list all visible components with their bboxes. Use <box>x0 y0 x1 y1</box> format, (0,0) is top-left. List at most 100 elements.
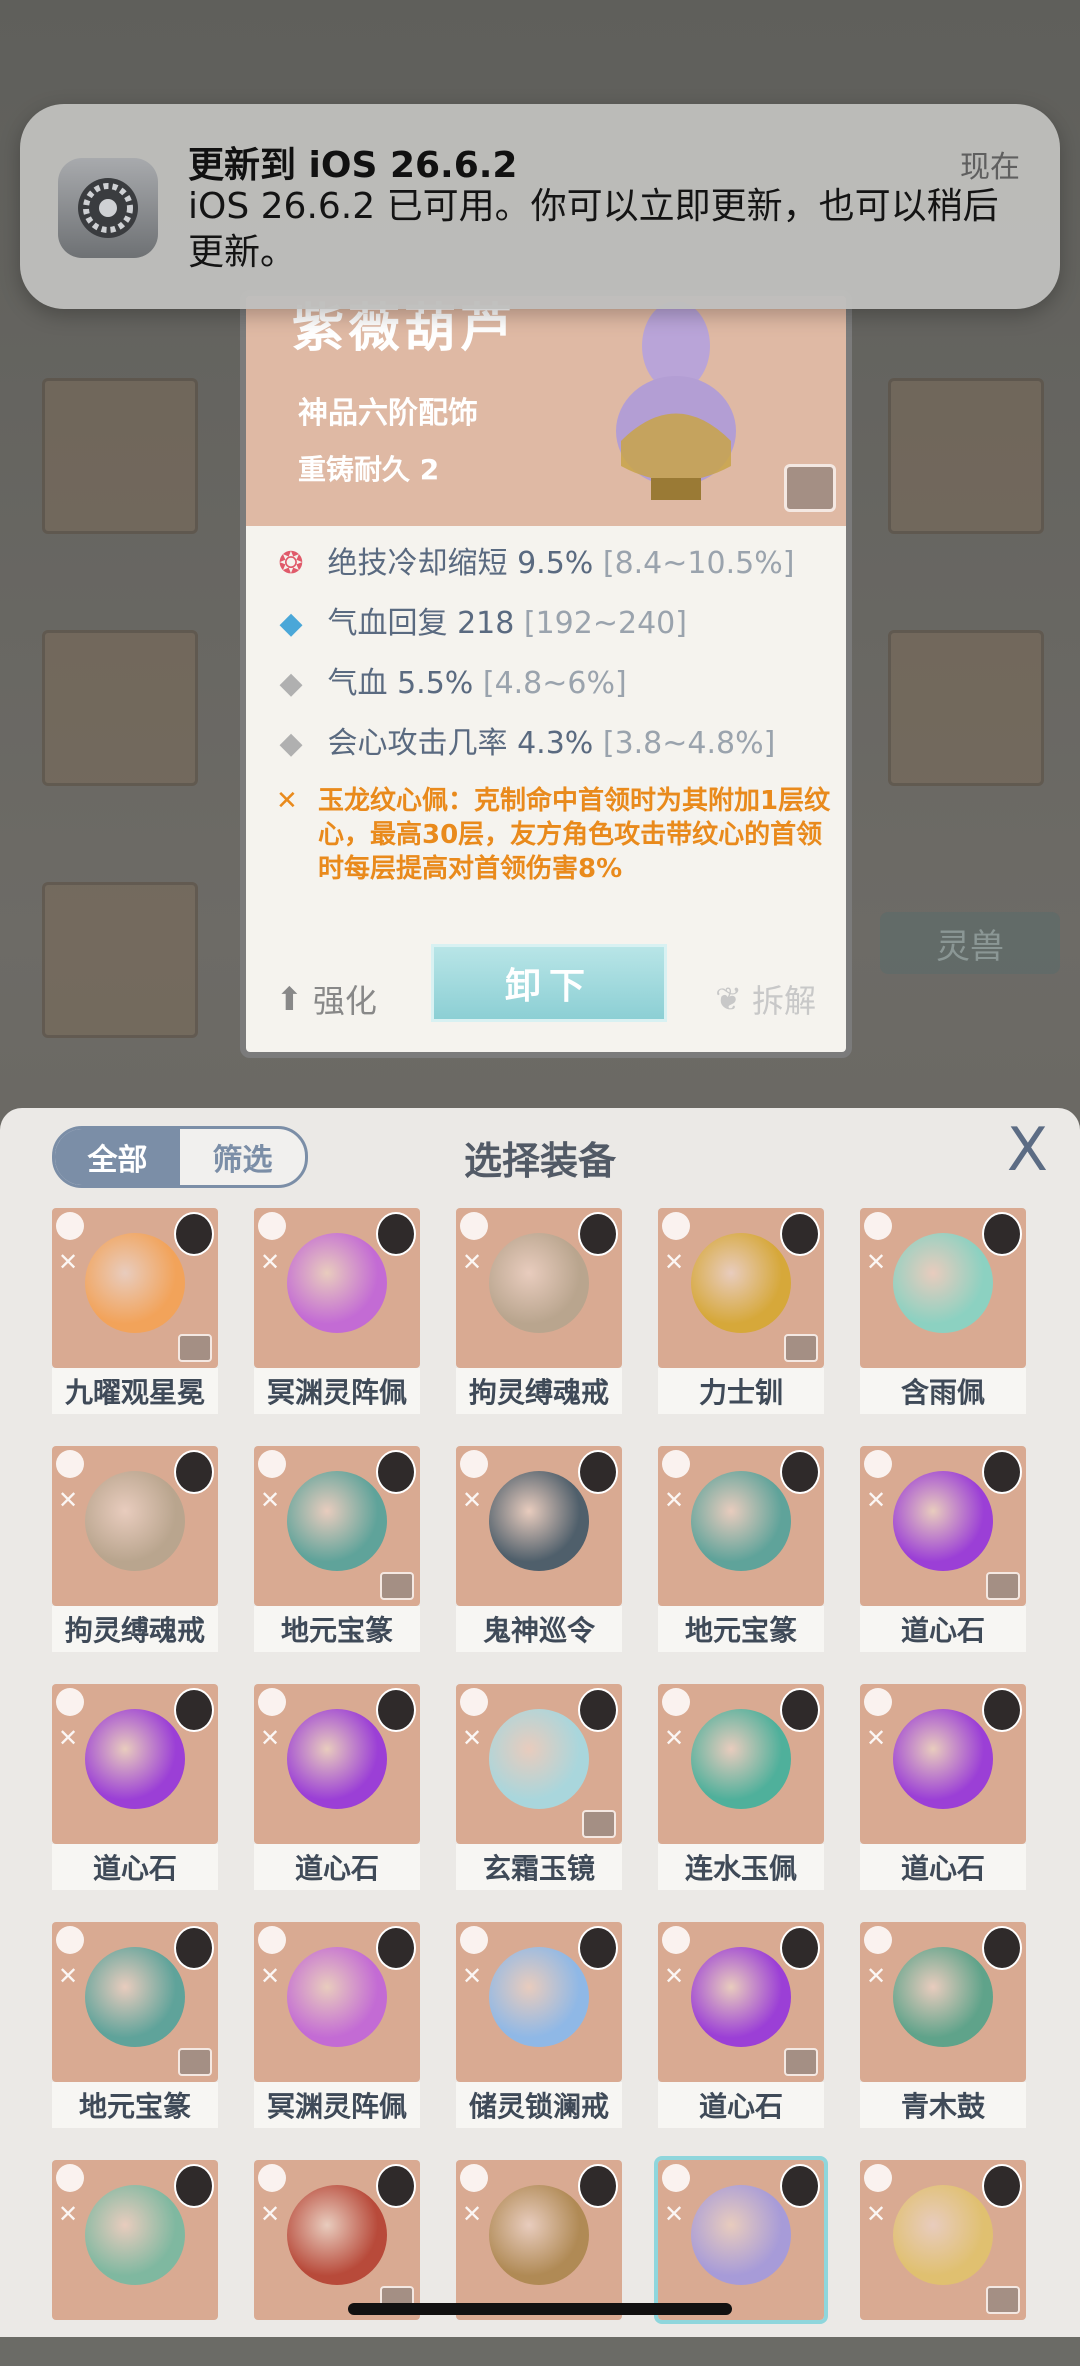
equipment-item[interactable]: ✕ 储灵锁澜戒 <box>456 1922 622 2128</box>
rank-icon <box>258 1926 286 1954</box>
item-image <box>691 1471 791 1571</box>
equipment-name: 青木鼓 <box>860 2082 1026 2128</box>
item-image <box>489 2185 589 2285</box>
effect-icon: ✕ <box>866 1248 887 1276</box>
equipment-art: ✕ <box>52 1208 218 1368</box>
rank-icon <box>864 1688 892 1716</box>
item-image <box>489 1471 589 1571</box>
equipment-art: ✕ <box>254 1922 420 2082</box>
item-image <box>489 1947 589 2047</box>
equipment-item[interactable]: ✕ 连水玉佩 <box>658 1684 824 1890</box>
item-image <box>287 1947 387 2047</box>
equipment-name: 储灵锁澜戒 <box>456 2082 622 2128</box>
equipment-item[interactable]: ✕ <box>654 2156 828 2366</box>
character-avatar <box>174 1688 214 1732</box>
equipment-slot <box>888 630 1044 786</box>
equipment-name: 道心石 <box>658 2082 824 2128</box>
character-avatar <box>376 1688 416 1732</box>
equipment-item[interactable]: ✕ 鬼神巡令 <box>456 1446 622 1652</box>
set-effect: ✕ 玉龙纹心佩：克制命中首领时为其附加1层纹心，最高30层，友方角色攻击带纹心的… <box>276 784 836 886</box>
equipment-name: 连水玉佩 <box>658 1844 824 1890</box>
equipment-item[interactable]: ✕ 道心石 <box>658 1922 824 2128</box>
character-avatar <box>578 1926 618 1970</box>
equipment-item[interactable]: ✕ 道心石 <box>860 1446 1026 1652</box>
item-image <box>85 1233 185 1333</box>
equipment-item[interactable]: ✕ 含雨佩 <box>860 1208 1026 1414</box>
character-avatar <box>578 1450 618 1494</box>
enhance-button[interactable]: ⬆ 强化 <box>276 976 377 1022</box>
effect-icon: ✕ <box>462 1724 483 1752</box>
equipment-art: ✕ <box>456 1922 622 2082</box>
close-icon[interactable]: X <box>1007 1120 1048 1180</box>
spirit-beast-tab: 灵兽 <box>880 912 1060 974</box>
item-image <box>691 1947 791 2047</box>
equipment-name: 道心石 <box>860 1606 1026 1652</box>
equipment-item[interactable]: ✕ <box>254 2160 420 2366</box>
character-avatar <box>982 1688 1022 1732</box>
item-image <box>287 2185 387 2285</box>
equipment-art: ✕ <box>254 2160 420 2320</box>
equipment-item[interactable]: ✕ 力士钏 <box>658 1208 824 1414</box>
rank-icon <box>662 2164 690 2192</box>
character-avatar <box>780 2164 820 2208</box>
equipment-item[interactable]: ✕ <box>456 2160 622 2366</box>
equipment-item[interactable]: ✕ 拘灵缚魂戒 <box>456 1208 622 1414</box>
rank-icon <box>460 2164 488 2192</box>
equipment-item[interactable]: ✕ 玄霜玉镜 <box>456 1684 622 1890</box>
effect-icon: ✕ <box>664 2200 685 2228</box>
equipment-slot <box>42 630 198 786</box>
equipment-art: ✕ <box>860 1922 1026 2082</box>
equipment-name: 含雨佩 <box>860 1368 1026 1414</box>
update-notification[interactable]: 更新到 iOS 26.6.2 现在 iOS 26.6.2 已可用。你可以立即更新… <box>20 104 1060 309</box>
effect-icon: ✕ <box>260 1248 281 1276</box>
equipment-art: ✕ <box>254 1446 420 1606</box>
character-avatar <box>982 1450 1022 1494</box>
equipment-item[interactable]: ✕ 九曜观星冕 <box>52 1208 218 1414</box>
equipment-name: 地元宝篆 <box>52 2082 218 2128</box>
equipment-name: 道心石 <box>52 1844 218 1890</box>
rank-icon <box>258 1212 286 1240</box>
rank-icon <box>864 1926 892 1954</box>
rank-icon <box>864 1212 892 1240</box>
equipment-name: 力士钏 <box>658 1368 824 1414</box>
equipment-item[interactable]: ✕ <box>52 2160 218 2366</box>
equipment-item[interactable]: ✕ 拘灵缚魂戒 <box>52 1446 218 1652</box>
effect-icon: ✕ <box>664 1486 685 1514</box>
equipment-item[interactable]: ✕ 道心石 <box>52 1684 218 1890</box>
effect-icon: ✕ <box>260 1486 281 1514</box>
rank-icon <box>662 1926 690 1954</box>
equipment-art: ✕ <box>456 1446 622 1606</box>
equipment-item[interactable]: ✕ 道心石 <box>254 1684 420 1890</box>
character-avatar <box>578 2164 618 2208</box>
equipment-item[interactable]: ✕ 道心石 <box>860 1684 1026 1890</box>
equipment-item[interactable]: ✕ 冥渊灵阵佩 <box>254 1922 420 2128</box>
equipment-name: 鬼神巡令 <box>456 1606 622 1652</box>
rank-icon <box>56 2164 84 2192</box>
rank-icon <box>460 1688 488 1716</box>
equipment-item[interactable]: ✕ 地元宝篆 <box>658 1446 824 1652</box>
gourd-item-image <box>616 301 736 500</box>
dismantle-button[interactable]: ❦ 拆解 <box>715 976 816 1022</box>
home-indicator[interactable] <box>348 2303 732 2315</box>
equipment-item[interactable]: ✕ <box>860 2160 1026 2366</box>
character-avatar <box>780 1212 820 1256</box>
unload-button[interactable]: 卸下 <box>431 944 667 1022</box>
item-image <box>489 1709 589 1809</box>
character-avatar <box>578 1688 618 1732</box>
equipment-item[interactable]: ✕ 地元宝篆 <box>254 1446 420 1652</box>
effect-icon: ✕ <box>664 1724 685 1752</box>
effect-icon: ✕ <box>462 1962 483 1990</box>
equipment-name: 玄霜玉镜 <box>456 1844 622 1890</box>
rank-icon <box>460 1926 488 1954</box>
lock-icon <box>784 2048 818 2076</box>
item-image <box>691 1233 791 1333</box>
equipment-item[interactable]: ✕ 青木鼓 <box>860 1922 1026 2128</box>
equipment-item[interactable]: ✕ 地元宝篆 <box>52 1922 218 2128</box>
settings-gear-icon <box>58 158 158 258</box>
effect-icon: ✕ <box>866 1486 887 1514</box>
equipment-item[interactable]: ✕ 冥渊灵阵佩 <box>254 1208 420 1414</box>
feather-icon: ❦ <box>715 980 742 1018</box>
equipment-name: 道心石 <box>254 1844 420 1890</box>
lock-icon[interactable] <box>784 464 836 512</box>
set-effect-text: 玉龙纹心佩：克制命中首领时为其附加1层纹心，最高30层，友方角色攻击带纹心的首领… <box>318 786 831 884</box>
